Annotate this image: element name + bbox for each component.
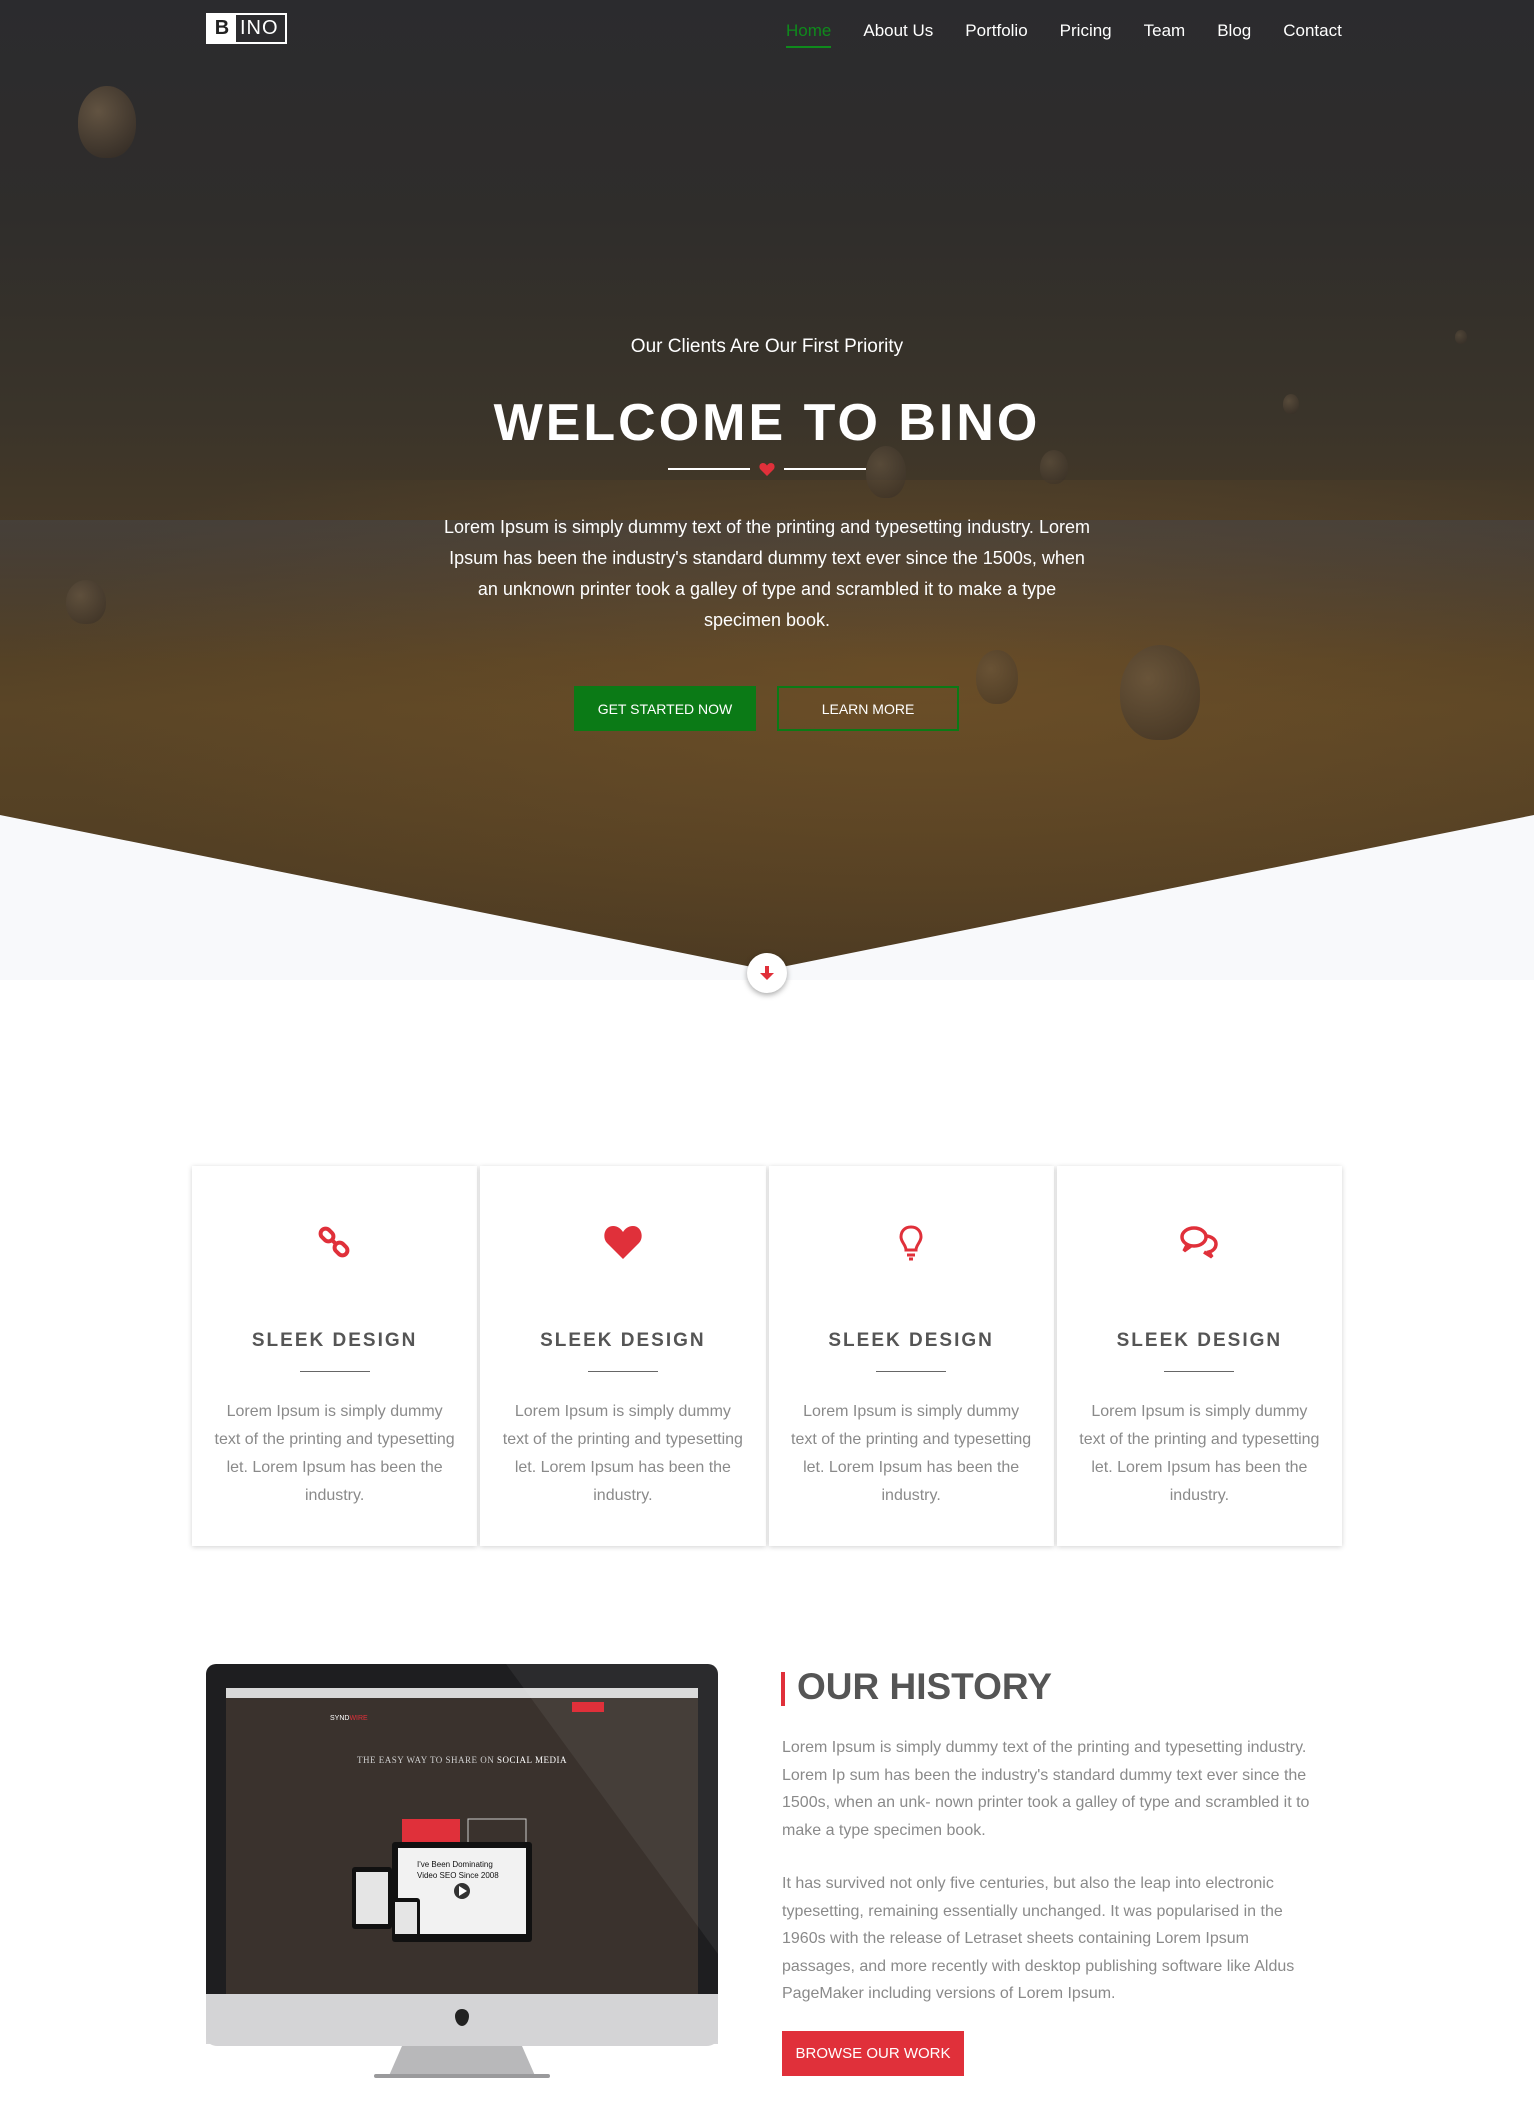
heart-icon [604,1226,642,1259]
main-nav: Home About Us Portfolio Pricing Team Blo… [770,20,1358,48]
balloon-decoration [78,86,136,158]
feature-title: SLEEK DESIGN [828,1330,994,1351]
history-paragraph-1: Lorem Ipsum is simply dummy text of the … [782,1739,1310,1839]
balloon-decoration [866,446,906,498]
nav-home[interactable]: Home [770,20,847,48]
feature-title: SLEEK DESIGN [540,1330,706,1351]
hero-title: WELCOME TO BINO [493,394,1041,452]
comments-icon [1180,1226,1219,1259]
feature-divider [876,1371,947,1372]
balloon-decoration [1120,645,1200,740]
feature-title: SLEEK DESIGN [1116,1330,1283,1351]
nav-pricing[interactable]: Pricing [1044,20,1128,42]
feature-card: SLEEK DESIGN Lorem Ipsum is simply dummy… [480,1166,766,1546]
imac-mockup-image: SYNDWIRE THE EASY WAY TO SHARE ON SOCIAL… [206,1664,718,2078]
arrow-down-icon [760,966,774,980]
feature-divider [299,1371,370,1372]
divider-line [784,468,866,470]
screen-video-text-1: I've Been Dominating [417,1860,493,1869]
hero-divider [668,462,866,476]
history-title: OUR HISTORY [797,1666,1052,1707]
feature-card: SLEEK DESIGN Lorem Ipsum is simply dummy… [1056,1166,1342,1546]
nav-team[interactable]: Team [1128,20,1202,42]
link-icon [318,1226,350,1258]
heart-icon [759,463,775,476]
hero-subtitle: Our Clients Are Our First Priority [630,336,904,357]
balloon-decoration [66,580,106,624]
feature-card: SLEEK DESIGN Lorem Ipsum is simply dummy… [192,1166,478,1546]
features-section: SLEEK DESIGN Lorem Ipsum is simply dummy… [192,1166,1342,1546]
get-started-button[interactable]: GET STARTED NOW [574,686,756,731]
feature-description: Lorem Ipsum is simply dummy text of the … [791,1403,1032,1504]
history-title-bar [781,1672,785,1706]
feature-title: SLEEK DESIGN [251,1330,418,1351]
learn-more-button[interactable]: LEARN MORE [777,686,959,731]
balloon-decoration [1040,450,1068,484]
history-paragraph-2: It has survived not only five centuries,… [782,1875,1295,2002]
nav-portfolio[interactable]: Portfolio [949,20,1043,42]
hero-description: Lorem Ipsum is simply dummy text of the … [444,517,1090,630]
feature-divider [587,1371,658,1372]
feature-description: Lorem Ipsum is simply dummy text of the … [214,1403,455,1504]
feature-divider [1164,1371,1235,1372]
hero-section [0,0,1534,983]
logo-letter: B [208,15,236,42]
feature-description: Lorem Ipsum is simply dummy text of the … [502,1403,743,1504]
scroll-down-button[interactable] [747,953,787,993]
site-logo[interactable]: B INO [206,13,287,44]
nav-about-us[interactable]: About Us [847,20,949,42]
screen-brand: SYNDWIRE [330,1715,368,1722]
nav-contact[interactable]: Contact [1267,20,1358,42]
screen-brand-b: WIRE [349,1715,368,1722]
screen-tagline-a: THE EASY WAY TO SHARE ON [357,1755,498,1765]
lightbulb-icon [899,1225,923,1261]
feature-card: SLEEK DESIGN Lorem Ipsum is simply dummy… [768,1166,1054,1546]
browse-our-work-button[interactable]: BROWSE OUR WORK [782,2031,964,2076]
screen-brand-a: SYND [330,1715,350,1722]
nav-blog[interactable]: Blog [1201,20,1267,42]
feature-description: Lorem Ipsum is simply dummy text of the … [1079,1403,1320,1504]
balloon-decoration [976,650,1018,704]
divider-line [668,468,750,470]
screen-tagline-b: SOCIAL MEDIA [497,1755,567,1765]
screen-video-text-2: Video SEO Since 2008 [417,1871,499,1880]
logo-text: INO [240,17,279,39]
screen-tagline: THE EASY WAY TO SHARE ON SOCIAL MEDIA [206,1755,718,1765]
